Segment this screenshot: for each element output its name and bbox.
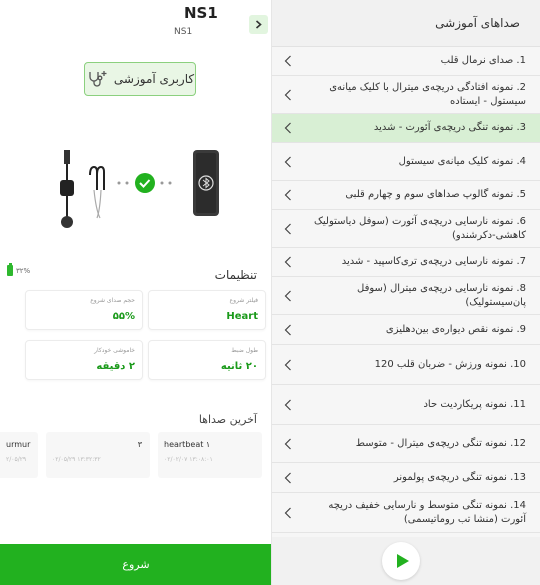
sound-list-item-label: 12. نمونه تنگی دریچه‌ی میترال - متوسط — [355, 437, 526, 449]
setting-card-start-filter[interactable]: فیلتر شروع Heart — [148, 290, 266, 330]
sound-list-item-label: 14. نمونه تنگی متوسط و نارسایی خفیف دریچ… — [328, 499, 526, 525]
sound-list-item[interactable]: 2. نمونه افتادگی دریچه‌ی میترال با کلیک … — [272, 76, 540, 114]
settings-title: تنظیمات — [214, 268, 257, 282]
app-screen: NS1 NS1 کاربری آموزشی ۳۲% تنظیمات فیلتر … — [0, 0, 540, 585]
sound-list-item[interactable]: 6. نمونه نارسایی دریچه‌ی آئورت (سوفل دیا… — [272, 210, 540, 248]
sound-list-panel: صداهای آموزشی 1. صدای نرمال قلب 2. نمونه … — [272, 0, 540, 585]
chevron-left-icon — [284, 507, 291, 518]
play-icon — [396, 554, 409, 568]
device-panel: NS1 NS1 کاربری آموزشی ۳۲% تنظیمات فیلتر … — [0, 0, 272, 585]
earphones-icon — [89, 165, 105, 219]
recent-sound-item[interactable]: urmur ۲/۰۵/۲۹ — [0, 432, 38, 478]
battery-level: ۳۲% — [16, 266, 31, 275]
sound-list-item[interactable]: 4. نمونه کلیک میانه‌ی سیستول — [272, 143, 540, 181]
recent-sounds-title: آخرین صداها — [198, 413, 257, 426]
phone-bluetooth-icon — [193, 150, 219, 216]
sound-list-item[interactable]: 7. نمونه نارسایی دریچه‌ی تری‌کاسپید - شد… — [272, 248, 540, 277]
battery-icon — [7, 263, 13, 276]
sound-list-item-label: 11. نمونه پریکاردیت حاد — [423, 398, 526, 410]
connection-diagram — [60, 150, 219, 228]
sound-list-item-label: 4. نمونه کلیک میانه‌ی سیستول — [398, 155, 526, 167]
tutorial-mode-label: کاربری آموزشی — [113, 72, 195, 86]
sound-list-item-label: 8. نمونه نارسایی دریچه‌ی میترال (سوفل پا… — [357, 282, 526, 308]
recent-sound-item[interactable]: ۳ ۰۲/۰۵/۲۹ ۱۳:۳۲:۳۲ — [46, 432, 150, 478]
chevron-right-icon — [255, 20, 262, 29]
tutorial-mode-button[interactable]: کاربری آموزشی — [84, 62, 196, 96]
device-title: NS1 — [184, 4, 218, 22]
sound-list-item[interactable]: 11. نمونه پریکاردیت حاد — [272, 385, 540, 425]
sound-list-item[interactable]: 5. نمونه گالوپ صداهای سوم و چهارم قلبی — [272, 181, 540, 210]
chevron-left-icon — [284, 472, 291, 483]
sound-list-item-label: 3. نمونه تنگی دریچه‌ی آئورت - شدید — [373, 122, 526, 133]
chevron-left-icon — [284, 324, 291, 335]
chevron-left-icon — [284, 256, 291, 268]
sound-list-item-label: 2. نمونه افتادگی دریچه‌ی میترال با کلیک … — [329, 81, 526, 107]
list-title: صداهای آموزشی — [435, 16, 520, 30]
chevron-left-icon — [284, 223, 291, 234]
sound-list-item[interactable]: 9. نمونه نقص دیواره‌ی بین‌دهلیزی — [272, 315, 540, 345]
sound-list-item-label: 6. نمونه نارسایی دریچه‌ی آئورت (سوفل دیا… — [313, 215, 526, 241]
sound-list: 1. صدای نرمال قلب 2. نمونه افتادگی دریچه‌… — [272, 47, 540, 533]
sound-list-item[interactable]: 14. نمونه تنگی متوسط و نارسایی خفیف دریچ… — [272, 493, 540, 533]
sound-list-item[interactable]: 13. نمونه تنگی دریچه‌ی پولمونر — [272, 463, 540, 493]
setting-card-auto-off[interactable]: خاموشی خودکار ۲ دقیقه — [25, 340, 143, 380]
chevron-left-icon — [284, 122, 291, 134]
sound-list-item[interactable]: 10. نمونه ورزش - ضربان قلب 120 — [272, 345, 540, 385]
device-subtitle: NS1 — [174, 27, 193, 37]
player-bar — [272, 537, 540, 585]
sound-list-item-label: 5. نمونه گالوپ صداهای سوم و چهارم قلبی — [345, 189, 526, 200]
sound-list-item[interactable]: 3. نمونه تنگی دریچه‌ی آئورت - شدید — [272, 114, 540, 143]
sound-list-item-label: 1. صدای نرمال قلب — [440, 55, 526, 66]
sound-list-item-label: 10. نمونه ورزش - ضربان قلب 120 — [374, 358, 526, 370]
list-header: صداهای آموزشی — [272, 0, 540, 47]
battery-indicator: ۳۲% — [7, 263, 31, 276]
chevron-left-icon — [284, 438, 291, 449]
recent-sound-item[interactable]: heartbeat ۱ ۰۲/۰۲/۰۷ ۱۳:۰۸:۰۱ — [158, 432, 262, 478]
sound-list-item[interactable]: 12. نمونه تنگی دریچه‌ی میترال - متوسط — [272, 425, 540, 463]
connected-check-icon — [135, 173, 155, 193]
chevron-left-icon — [284, 399, 291, 410]
sound-list-item[interactable]: 8. نمونه نارسایی دریچه‌ی میترال (سوفل پا… — [272, 277, 540, 315]
sound-list-item-label: 9. نمونه نقص دیواره‌ی بین‌دهلیزی — [385, 323, 526, 335]
setting-card-start-volume[interactable]: حجم صدای شروع ۵۵% — [25, 290, 143, 330]
chevron-left-icon — [284, 156, 291, 167]
start-button[interactable]: شروع — [0, 544, 271, 585]
chevron-left-icon — [284, 290, 291, 301]
play-button[interactable] — [382, 542, 420, 580]
chevron-left-icon — [284, 89, 291, 100]
stethoscope-plus-icon — [86, 69, 108, 90]
setting-card-record-length[interactable]: طول ضبط ۲۰ ثانیه — [148, 340, 266, 380]
chevron-left-icon — [284, 359, 291, 370]
chevron-left-icon — [284, 55, 291, 67]
collapse-panel-button[interactable] — [249, 15, 268, 34]
sound-list-item-label: 7. نمونه نارسایی دریچه‌ی تری‌کاسپید - شد… — [341, 256, 526, 267]
sound-list-item[interactable]: 1. صدای نرمال قلب — [272, 47, 540, 76]
chevron-left-icon — [284, 189, 291, 201]
sound-list-item-label: 13. نمونه تنگی دریچه‌ی پولمونر — [393, 471, 526, 483]
stethoscope-icon — [60, 150, 74, 228]
